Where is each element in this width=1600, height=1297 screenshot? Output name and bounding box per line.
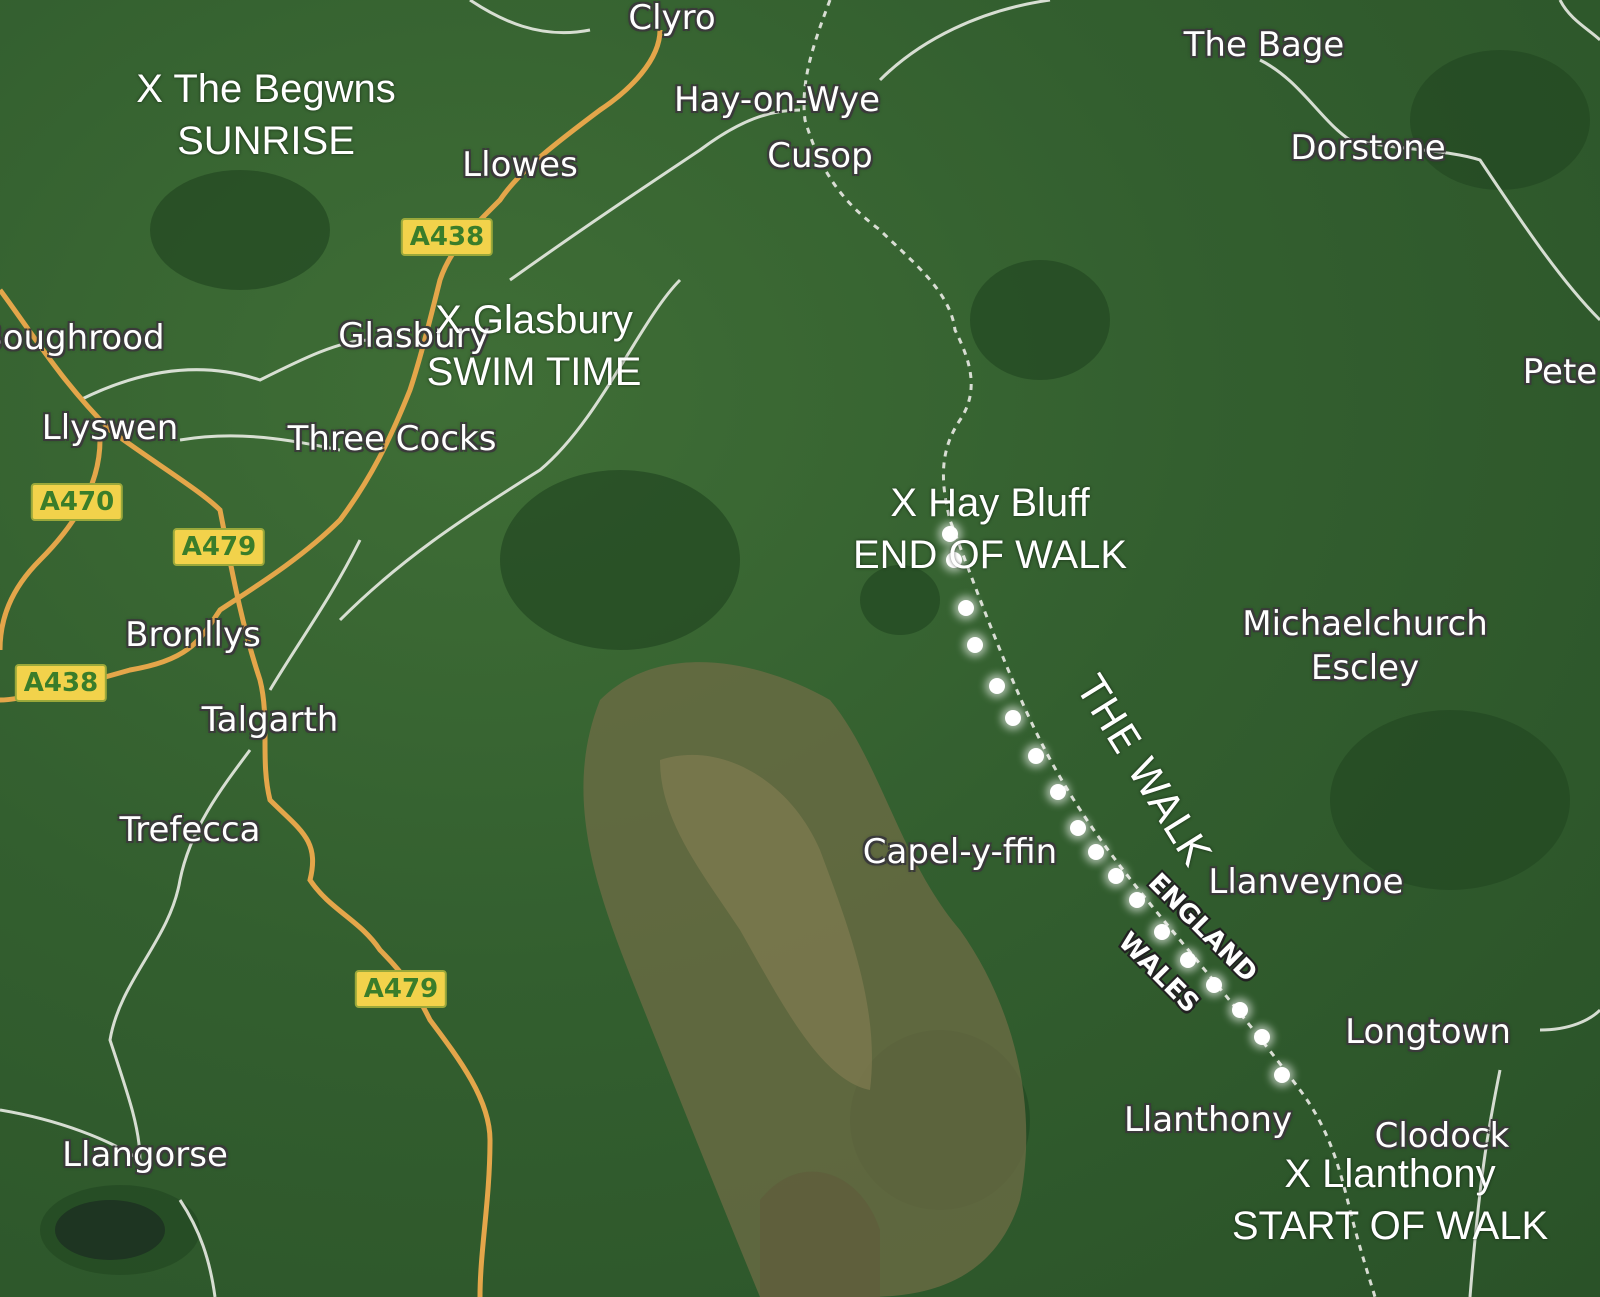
walk-route-dot [1202, 973, 1226, 997]
place-label-talgarth: Talgarth [201, 700, 339, 740]
walk-route-dot [1150, 920, 1174, 944]
road-shield-a438-north: A438 [400, 218, 494, 256]
walk-route-dot [1046, 780, 1070, 804]
annotation-hay-bluff-line1: X Hay Bluff [890, 481, 1090, 525]
place-label-peterchurch: Pete [1522, 352, 1598, 392]
place-label-michaelchurch-line2: Escley [1310, 648, 1420, 688]
walk-route-dot [1104, 864, 1128, 888]
place-label-michaelchurch-line1: Michaelchurch [1242, 603, 1488, 644]
annotation-hay-bluff-line2: END OF WALK [852, 533, 1128, 577]
annotation-llanthony-start: X Llanthony START OF WALK [1232, 1148, 1548, 1252]
walk-route-dot [1250, 1025, 1274, 1049]
walk-route-dot [954, 596, 978, 620]
annotation-llanthony-line1: X Llanthony [1284, 1152, 1496, 1196]
walk-route-dot [1176, 948, 1200, 972]
annotation-begwns-line1: X The Begwns [136, 67, 396, 111]
place-label-boughrood: Boughrood [0, 318, 165, 358]
map-canvas[interactable]: Clyro The Bage Hay-on-Wye Cusop Dorstone… [0, 0, 1600, 1297]
place-label-llanveynoe: Llanveynoe [1208, 862, 1404, 902]
place-label-llangorse: Llangorse [62, 1135, 228, 1175]
place-label-llyswen: Llyswen [41, 408, 179, 448]
walk-route-dot [963, 633, 987, 657]
annotation-glasbury-swim: X Glasbury SWIM TIME [427, 294, 642, 398]
annotation-glasbury-line1: X Glasbury [435, 298, 633, 342]
place-label-longtown: Longtown [1345, 1012, 1511, 1052]
walk-route-dot [1001, 706, 1025, 730]
walk-route-dot [1024, 744, 1048, 768]
annotation-begwns-line2: SUNRISE [177, 119, 355, 163]
place-label-hay-on-wye: Hay-on-Wye [673, 80, 881, 120]
place-label-clyro: Clyro [628, 0, 716, 38]
annotation-begwns-sunrise: X The Begwns SUNRISE [136, 63, 395, 167]
walk-route-dot [985, 674, 1009, 698]
place-label-bronllys: Bronllys [125, 615, 261, 655]
place-label-dorstone: Dorstone [1290, 128, 1446, 168]
place-label-cusop: Cusop [767, 136, 873, 176]
walk-route-dot [1066, 816, 1090, 840]
place-label-three-cocks: Three Cocks [287, 419, 497, 459]
road-shield-a479-north: A479 [172, 528, 266, 566]
annotation-glasbury-line2: SWIM TIME [426, 350, 642, 394]
road-shield-a470: A470 [30, 483, 124, 521]
annotation-hay-bluff-end: X Hay Bluff END OF WALK [853, 477, 1127, 581]
place-label-the-bage: The Bage [1183, 25, 1345, 65]
place-label-michaelchurch-escley: Michaelchurch Escley [1242, 602, 1488, 690]
walk-route-dot [1084, 840, 1108, 864]
place-label-llowes: Llowes [462, 145, 578, 185]
road-shield-a479-south: A479 [354, 970, 448, 1008]
annotation-llanthony-line2: START OF WALK [1231, 1204, 1549, 1248]
place-label-trefecca: Trefecca [119, 810, 261, 850]
place-label-llanthony: Llanthony [1123, 1100, 1293, 1140]
road-shield-a438-west: A438 [14, 664, 108, 702]
walk-route-dot [1228, 998, 1252, 1022]
walk-route-dot [1270, 1063, 1294, 1087]
place-label-capel-y-ffin: Capel-y-ffin [862, 832, 1058, 872]
